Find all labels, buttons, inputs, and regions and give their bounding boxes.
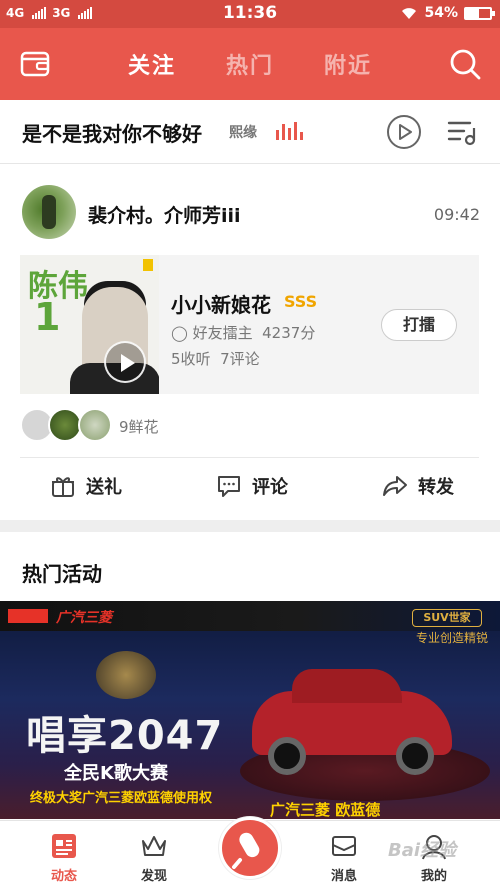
song-title: 小小新娘花 (171, 293, 271, 317)
wifi-icon (402, 8, 417, 19)
feed-post: 裴介村。介师芳iii 09:42 陈伟 1 小小新娘花 SSS ◯ 好友擂主 4… (0, 165, 500, 520)
crown-icon (142, 836, 166, 856)
feed-tabs: 关注 热门 附近 (0, 28, 500, 100)
gift-label: 送礼 (86, 477, 122, 498)
cover-badge-icon (143, 259, 153, 271)
message-icon (332, 836, 356, 856)
suv-badge: SUV世家 (412, 609, 482, 627)
tab-following[interactable]: 关注 (128, 48, 176, 80)
listen-count: 5收听 (171, 350, 211, 368)
flower-avatar (48, 408, 82, 442)
brand-logo-icon (8, 609, 48, 623)
cover-number: 1 (34, 295, 61, 339)
cover-play-icon[interactable] (104, 341, 146, 383)
divider (20, 457, 479, 458)
nav-messages-label: 消息 (330, 869, 357, 884)
gift-button[interactable]: 送礼 (50, 473, 122, 499)
gift-icon (52, 477, 74, 497)
banner-headline: 唱享2047 (26, 713, 224, 759)
score: 4237分 (262, 324, 316, 342)
app-header: 4G 3G 11:36 54% 关注 热门 附近 (0, 0, 500, 100)
nav-profile-label: 我的 (420, 869, 447, 884)
playlist-icon[interactable] (446, 116, 478, 148)
section-gap (0, 520, 500, 532)
crown-emblem-icon (96, 651, 156, 699)
status-bar: 4G 3G 11:36 54% (0, 0, 500, 28)
nav-feed[interactable]: 动态 (34, 831, 94, 884)
nav-discover[interactable]: 发现 (124, 831, 184, 884)
search-icon[interactable] (448, 47, 482, 81)
equalizer-icon (276, 122, 303, 140)
comment-label: 评论 (252, 477, 288, 498)
comment-button[interactable]: 评论 (216, 473, 288, 499)
banner-brand: 广汽三菱 (56, 610, 112, 626)
banner-prize: 终极大奖广汽三菱欧蓝德使用权 (30, 791, 213, 806)
banner-tagline: 专业创造精锐 (415, 631, 488, 645)
now-playing-song: 是不是我对你不够好 (22, 122, 202, 146)
medal-icon: ◯ (171, 324, 188, 342)
flower-avatar (78, 408, 112, 442)
feed-icon (52, 834, 76, 858)
challenge-button[interactable]: 打擂 (381, 309, 457, 341)
song-stats: 5收听 7评论 (171, 348, 260, 369)
suv-badge-text: SUV世家 (423, 611, 471, 624)
share-icon (383, 476, 407, 496)
top-nav: 关注 热门 附近 (0, 28, 500, 100)
record-button[interactable] (219, 817, 281, 879)
flower-count: 9鲜花 (119, 418, 159, 436)
car-wheel (396, 737, 434, 775)
status-right: 54% (400, 5, 495, 21)
battery-fill (466, 8, 479, 18)
hot-activities-title: 热门活动 (22, 562, 102, 586)
comment-icon (218, 476, 240, 497)
avatar[interactable] (22, 185, 76, 239)
rank-badge: SSS (284, 292, 318, 311)
comment-count: 7评论 (220, 350, 260, 368)
nav-messages[interactable]: 消息 (314, 831, 374, 884)
play-icon[interactable] (386, 114, 422, 150)
baidu-watermark: Bai经验 (388, 840, 457, 861)
song-cover[interactable]: 陈伟 1 (20, 255, 159, 394)
song-host-line: ◯ 好友擂主 4237分 (171, 322, 315, 343)
car-wheel (268, 737, 306, 775)
post-time: 09:42 (433, 205, 480, 224)
tab-nearby[interactable]: 附近 (324, 48, 372, 80)
nav-discover-label: 发现 (140, 869, 167, 884)
tab-hot[interactable]: 热门 (226, 48, 274, 80)
share-button[interactable]: 转发 (382, 473, 454, 499)
post-username[interactable]: 裴介村。介师芳iii (88, 201, 241, 228)
banner-footer: 广汽三菱 欧蓝德 (270, 801, 381, 819)
battery-percent: 54% (424, 5, 458, 21)
banner-subline: 全民K歌大赛 (64, 763, 168, 784)
song-card[interactable]: 陈伟 1 小小新娘花 SSS ◯ 好友擂主 4237分 5收听 7评论 打擂 (20, 255, 479, 394)
nav-feed-label: 动态 (50, 869, 77, 884)
battery-icon (464, 6, 495, 20)
now-playing-bar[interactable]: 是不是我对你不够好 熙缘 (0, 100, 500, 164)
post-actions: 送礼 评论 转发 (0, 459, 500, 519)
activity-banner[interactable]: 广汽三菱 SUV世家 专业创造精锐 唱享2047 全民K歌大赛 终极大奖广汽三菱… (0, 601, 500, 819)
host-label: 好友擂主 (192, 324, 253, 342)
share-label: 转发 (418, 477, 454, 498)
microphone-icon (232, 832, 260, 869)
now-playing-singer: 熙缘 (229, 125, 257, 141)
